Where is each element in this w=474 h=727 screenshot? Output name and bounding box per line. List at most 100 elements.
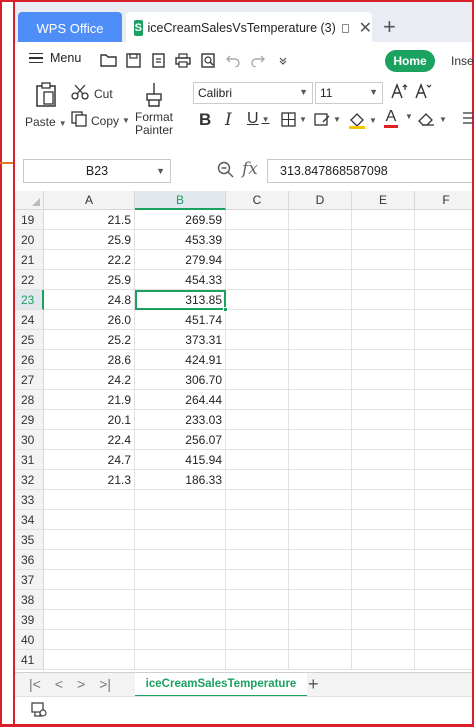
cell-c27[interactable]: [226, 370, 289, 390]
copy-button[interactable]: Copy ▼: [71, 111, 130, 130]
format-painter-button[interactable]: Format Painter: [135, 82, 173, 137]
cell-c36[interactable]: [226, 550, 289, 570]
cell-d36[interactable]: [289, 550, 352, 570]
cell-d34[interactable]: [289, 510, 352, 530]
cell-f36[interactable]: [415, 550, 472, 570]
cell-a22[interactable]: 25.9: [44, 270, 135, 290]
cell-e28[interactable]: [352, 390, 415, 410]
cell-d30[interactable]: [289, 430, 352, 450]
cell-f41[interactable]: [415, 650, 472, 670]
cell-a37[interactable]: [44, 570, 135, 590]
row-header[interactable]: 23: [15, 290, 44, 310]
row-header[interactable]: 27: [15, 370, 44, 390]
cell-d41[interactable]: [289, 650, 352, 670]
cell-d21[interactable]: [289, 250, 352, 270]
cell-b21[interactable]: 279.94: [135, 250, 226, 270]
cell-f27[interactable]: [415, 370, 472, 390]
cell-b19[interactable]: 269.59: [135, 210, 226, 230]
row-header[interactable]: 22: [15, 270, 44, 290]
cell-b20[interactable]: 453.39: [135, 230, 226, 250]
cell-c40[interactable]: [226, 630, 289, 650]
column-header-e[interactable]: E: [352, 191, 415, 210]
cell-c37[interactable]: [226, 570, 289, 590]
cell-e35[interactable]: [352, 530, 415, 550]
cell-d23[interactable]: [289, 290, 352, 310]
redo-icon[interactable]: [249, 51, 267, 69]
row-header[interactable]: 19: [15, 210, 44, 230]
row-header[interactable]: 37: [15, 570, 44, 590]
cell-b29[interactable]: 233.03: [135, 410, 226, 430]
row-header[interactable]: 29: [15, 410, 44, 430]
bold-button[interactable]: B: [199, 110, 211, 130]
cell-f35[interactable]: [415, 530, 472, 550]
cell-c31[interactable]: [226, 450, 289, 470]
cell-c19[interactable]: [226, 210, 289, 230]
cell-d22[interactable]: [289, 270, 352, 290]
cell-b25[interactable]: 373.31: [135, 330, 226, 350]
cell-c25[interactable]: [226, 330, 289, 350]
cell-a27[interactable]: 24.2: [44, 370, 135, 390]
cell-c23[interactable]: [226, 290, 289, 310]
cell-e38[interactable]: [352, 590, 415, 610]
cell-d27[interactable]: [289, 370, 352, 390]
cell-f37[interactable]: [415, 570, 472, 590]
paste-button[interactable]: Paste ▼: [25, 82, 67, 129]
sheet-tab-active[interactable]: iceCreamSalesTemperature: [135, 673, 307, 697]
cell-a41[interactable]: [44, 650, 135, 670]
cell-f26[interactable]: [415, 350, 472, 370]
row-header[interactable]: 33: [15, 490, 44, 510]
cell-c26[interactable]: [226, 350, 289, 370]
cell-d29[interactable]: [289, 410, 352, 430]
cell-e34[interactable]: [352, 510, 415, 530]
cell-b33[interactable]: [135, 490, 226, 510]
cell-e21[interactable]: [352, 250, 415, 270]
cell-e40[interactable]: [352, 630, 415, 650]
cell-style-button[interactable]: ▼: [314, 112, 341, 127]
cell-c34[interactable]: [226, 510, 289, 530]
row-header[interactable]: 38: [15, 590, 44, 610]
row-header[interactable]: 21: [15, 250, 44, 270]
row-header[interactable]: 25: [15, 330, 44, 350]
save-icon[interactable]: [124, 51, 142, 69]
cell-a31[interactable]: 24.7: [44, 450, 135, 470]
tab-document[interactable]: S iceCreamSalesVsTemperature (3) ✕: [126, 12, 372, 44]
cell-d31[interactable]: [289, 450, 352, 470]
cell-b34[interactable]: [135, 510, 226, 530]
spreadsheet-grid[interactable]: A B C D E F 19 21.5 269.59 20 25.9 453.39 21 22.2 279.…: [15, 191, 472, 671]
last-sheet-icon[interactable]: >|: [99, 676, 111, 692]
row-header[interactable]: 32: [15, 470, 44, 490]
cell-d37[interactable]: [289, 570, 352, 590]
cell-f23[interactable]: [415, 290, 472, 310]
cell-b24[interactable]: 451.74: [135, 310, 226, 330]
column-header-d[interactable]: D: [289, 191, 352, 210]
cell-a30[interactable]: 22.4: [44, 430, 135, 450]
row-header[interactable]: 36: [15, 550, 44, 570]
cell-b38[interactable]: [135, 590, 226, 610]
cell-a29[interactable]: 20.1: [44, 410, 135, 430]
zoom-search-icon[interactable]: [217, 161, 234, 182]
cell-d28[interactable]: [289, 390, 352, 410]
fill-handle[interactable]: [223, 307, 228, 312]
cell-c22[interactable]: [226, 270, 289, 290]
name-box[interactable]: B23 ▼: [23, 159, 171, 183]
export-pdf-icon[interactable]: [149, 51, 167, 69]
cell-e29[interactable]: [352, 410, 415, 430]
cell-f30[interactable]: [415, 430, 472, 450]
tab-insert[interactable]: Inse: [451, 54, 474, 68]
cell-d20[interactable]: [289, 230, 352, 250]
first-sheet-icon[interactable]: |<: [29, 676, 41, 692]
font-name-select[interactable]: Calibri ▼: [193, 82, 313, 104]
cell-a25[interactable]: 25.2: [44, 330, 135, 350]
cell-c35[interactable]: [226, 530, 289, 550]
previous-sheet-icon[interactable]: <: [55, 676, 63, 692]
font-size-select[interactable]: 11 ▼: [315, 82, 383, 104]
cell-b40[interactable]: [135, 630, 226, 650]
cell-f19[interactable]: [415, 210, 472, 230]
cell-e24[interactable]: [352, 310, 415, 330]
cell-f34[interactable]: [415, 510, 472, 530]
cell-e30[interactable]: [352, 430, 415, 450]
cell-b37[interactable]: [135, 570, 226, 590]
macro-record-icon[interactable]: [31, 702, 47, 721]
next-sheet-icon[interactable]: >: [77, 676, 85, 692]
cell-f24[interactable]: [415, 310, 472, 330]
